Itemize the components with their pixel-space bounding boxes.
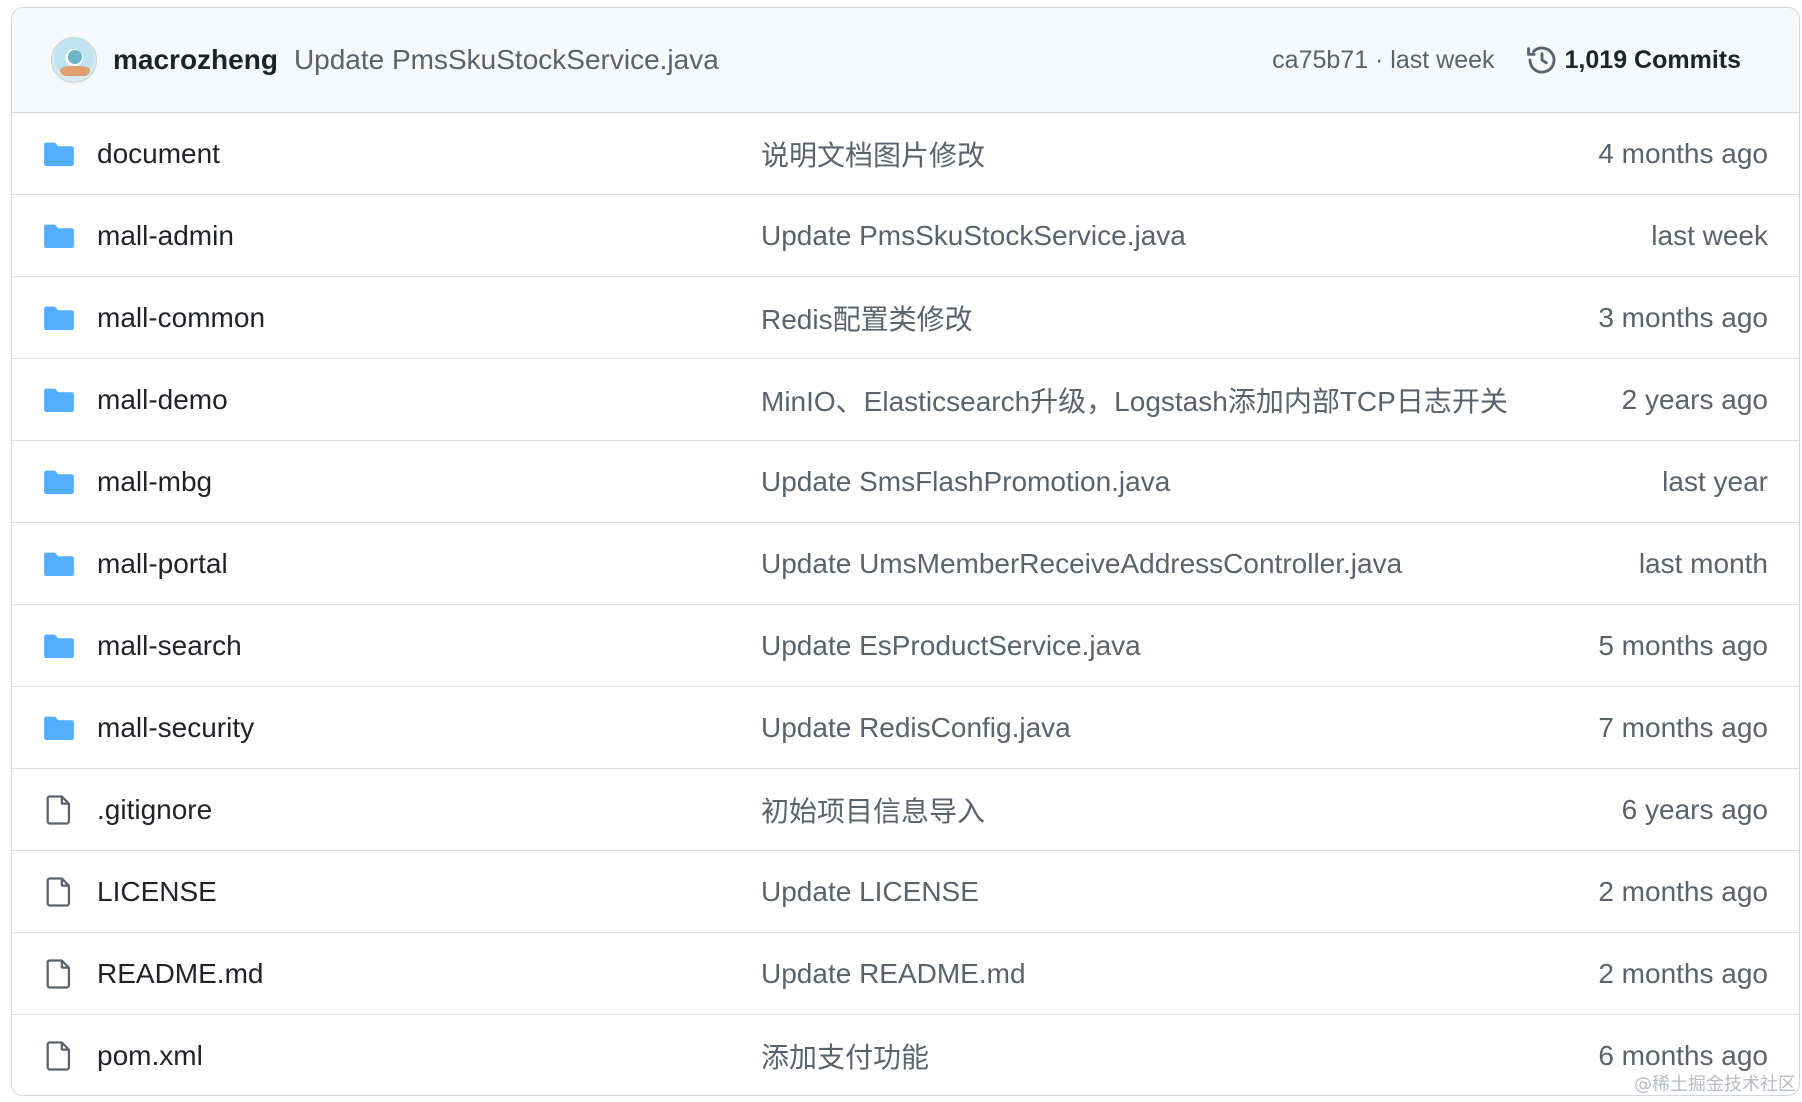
- file-row[interactable]: mall-demo MinIO、Elasticsearch升级，Logstash添…: [12, 359, 1799, 441]
- file-name-link[interactable]: mall-common: [97, 302, 265, 334]
- file-row[interactable]: mall-common Redis配置类修改 3 months ago: [12, 277, 1799, 359]
- file-commit-message-link[interactable]: MinIO、Elasticsearch升级，Logstash添加内部TCP日志开…: [761, 380, 1508, 420]
- file-commit-message-link[interactable]: Update EsProductService.java: [761, 630, 1141, 662]
- file-commit-message-link[interactable]: Update LICENSE: [761, 876, 979, 908]
- file-row[interactable]: mall-portal Update UmsMemberReceiveAddres…: [12, 523, 1799, 605]
- file-browser-panel: macrozheng Update PmsSkuStockService.jav…: [11, 7, 1800, 1096]
- file-commit-message-link[interactable]: Update RedisConfig.java: [761, 712, 1071, 744]
- folder-icon: [42, 383, 76, 417]
- file-row[interactable]: pom.xml 添加支付功能 6 months ago: [12, 1015, 1799, 1095]
- file-commit-time: 2 months ago: [1598, 875, 1768, 907]
- file-row[interactable]: LICENSE Update LICENSE 2 months ago: [12, 851, 1799, 933]
- file-name-link[interactable]: mall-demo: [97, 384, 228, 416]
- file-name-link[interactable]: .gitignore: [97, 794, 212, 826]
- file-row[interactable]: mall-search Update EsProductService.java 5…: [12, 605, 1799, 687]
- file-icon: [42, 1039, 76, 1073]
- file-commit-message-link[interactable]: Update SmsFlashPromotion.java: [761, 466, 1170, 498]
- file-name-link[interactable]: mall-search: [97, 630, 242, 662]
- file-commit-time: 2 years ago: [1621, 383, 1768, 415]
- file-name-link[interactable]: mall-portal: [97, 548, 228, 580]
- file-commit-message-link[interactable]: 初始项目信息导入: [761, 790, 985, 830]
- file-row[interactable]: mall-mbg Update SmsFlashPromotion.java las…: [12, 441, 1799, 523]
- file-name-link[interactable]: README.md: [97, 958, 263, 990]
- file-name-link[interactable]: mall-admin: [97, 220, 234, 252]
- file-name-link[interactable]: document: [97, 138, 220, 170]
- file-commit-message-link[interactable]: Update UmsMemberReceiveAddressController…: [761, 548, 1402, 580]
- file-row[interactable]: mall-admin Update PmsSkuStockService.java…: [12, 195, 1799, 277]
- file-commit-time: last month: [1638, 547, 1768, 579]
- folder-icon: [42, 137, 76, 171]
- file-name-link[interactable]: pom.xml: [97, 1040, 203, 1072]
- file-commit-time: last week: [1651, 219, 1768, 251]
- watermark: @稀土掘金技术社区: [1634, 1074, 1796, 1095]
- file-commit-time: 5 months ago: [1598, 629, 1768, 661]
- file-row[interactable]: README.md Update README.md 2 months ago: [12, 933, 1799, 1015]
- file-commit-message-link[interactable]: 说明文档图片修改: [761, 134, 985, 174]
- history-icon: [1526, 46, 1555, 74]
- folder-icon: [42, 301, 76, 335]
- file-icon: [42, 957, 76, 991]
- file-name-link[interactable]: LICENSE: [97, 876, 217, 908]
- latest-commit-header: macrozheng Update PmsSkuStockService.jav…: [12, 8, 1799, 113]
- folder-icon: [42, 711, 76, 745]
- file-commit-message-link[interactable]: Redis配置类修改: [761, 298, 973, 338]
- file-commit-time: 3 months ago: [1598, 301, 1768, 333]
- file-name-link[interactable]: mall-security: [97, 712, 254, 744]
- file-row[interactable]: document 说明文档图片修改 4 months ago: [12, 113, 1799, 195]
- commit-hash-time[interactable]: ca75b71 · last week: [1272, 46, 1494, 75]
- file-commit-time: last year: [1662, 465, 1768, 497]
- commits-count: 1,019 Commits: [1564, 45, 1741, 74]
- file-row[interactable]: mall-security Update RedisConfig.java 7 mo…: [12, 687, 1799, 769]
- folder-icon: [42, 547, 76, 581]
- file-name-link[interactable]: mall-mbg: [97, 466, 212, 498]
- file-commit-time: 6 years ago: [1621, 793, 1768, 825]
- author-avatar[interactable]: [51, 37, 97, 83]
- file-commit-time: 4 months ago: [1598, 137, 1768, 169]
- file-commit-time: 2 months ago: [1598, 957, 1768, 989]
- file-commit-message-link[interactable]: 添加支付功能: [761, 1036, 929, 1076]
- file-icon: [42, 793, 76, 827]
- file-commit-time: 6 months ago: [1598, 1040, 1768, 1071]
- file-commit-message-link[interactable]: Update README.md: [761, 958, 1026, 990]
- folder-icon: [42, 629, 76, 663]
- file-row[interactable]: .gitignore 初始项目信息导入 6 years ago: [12, 769, 1799, 851]
- commit-author[interactable]: macrozheng: [113, 44, 278, 76]
- file-commit-message-link[interactable]: Update PmsSkuStockService.java: [761, 220, 1186, 252]
- latest-commit-message[interactable]: Update PmsSkuStockService.java: [294, 44, 719, 76]
- folder-icon: [42, 219, 76, 253]
- file-commit-time: 7 months ago: [1598, 711, 1768, 743]
- commits-history-link[interactable]: 1,019 Commits: [1525, 43, 1741, 77]
- file-list: document 说明文档图片修改 4 months ago mall-admin Up…: [12, 113, 1799, 1095]
- file-icon: [42, 875, 76, 909]
- folder-icon: [42, 465, 76, 499]
